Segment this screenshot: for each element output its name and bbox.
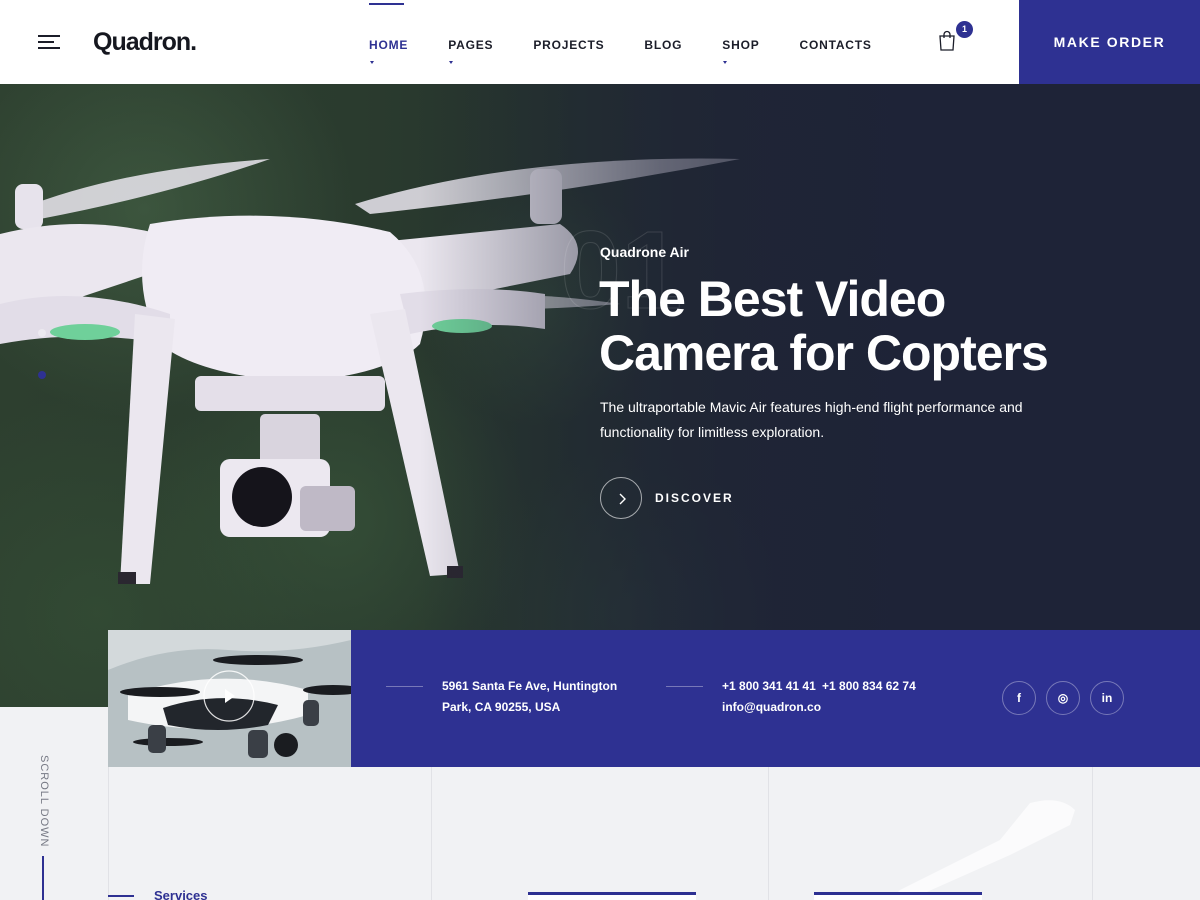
nav-label: CONTACTS bbox=[799, 38, 872, 52]
nav-item-projects[interactable]: PROJECTS bbox=[533, 0, 604, 84]
hero-description: The ultraportable Mavic Air features hig… bbox=[600, 399, 1023, 440]
chevron-down-icon bbox=[370, 61, 374, 64]
nav-label: PAGES bbox=[448, 38, 494, 52]
instagram-icon[interactable]: ◎ bbox=[1046, 681, 1080, 715]
address-line-1: 5961 Santa Fe Ave, Huntington bbox=[442, 679, 618, 693]
address-line-2: Park, CA 90255, USA bbox=[442, 700, 561, 714]
nav-item-home[interactable]: HOME bbox=[369, 0, 408, 84]
decorative-shape bbox=[890, 800, 1075, 900]
main-nav: HOME PAGES PROJECTS BLOG SHOP CONTACTS bbox=[369, 0, 912, 84]
service-card[interactable] bbox=[528, 892, 696, 900]
discover-link[interactable]: DISCOVER bbox=[655, 491, 734, 505]
hero-slider: 01 Quadrone Air The Best Video Camera fo… bbox=[0, 84, 1200, 707]
hero-kicker: Quadrone Air bbox=[600, 244, 689, 260]
linkedin-icon[interactable]: in bbox=[1090, 681, 1124, 715]
facebook-icon[interactable]: f bbox=[1002, 681, 1036, 715]
chevron-right-icon bbox=[619, 493, 626, 505]
services-heading: Services bbox=[154, 888, 208, 900]
chevron-down-icon bbox=[723, 61, 728, 64]
section-dash bbox=[108, 895, 134, 897]
column-divider bbox=[108, 767, 109, 900]
nav-item-blog[interactable]: BLOG bbox=[644, 0, 682, 84]
shopping-bag-icon[interactable] bbox=[937, 30, 957, 52]
chevron-down-icon bbox=[449, 61, 454, 64]
discover-button[interactable] bbox=[600, 477, 642, 519]
menu-icon[interactable] bbox=[38, 35, 60, 49]
video-thumbnail[interactable] bbox=[108, 630, 351, 767]
slide-dot-1[interactable] bbox=[38, 329, 46, 337]
make-order-button[interactable]: MAKE ORDER bbox=[1019, 0, 1200, 84]
site-header: Quadron. HOME PAGES PROJECTS BLOG SHOP C… bbox=[0, 0, 1200, 84]
nav-label: BLOG bbox=[644, 38, 683, 52]
scroll-indicator-line bbox=[42, 856, 44, 900]
hero-title: The Best Video Camera for Copters bbox=[599, 271, 1049, 381]
nav-item-contacts[interactable]: CONTACTS bbox=[800, 0, 872, 84]
nav-item-shop[interactable]: SHOP bbox=[722, 0, 759, 84]
column-divider bbox=[768, 767, 769, 900]
phone-1[interactable]: +1 800 341 41 41 bbox=[722, 676, 816, 697]
nav-label: HOME bbox=[369, 38, 409, 52]
nav-label: SHOP bbox=[722, 38, 760, 52]
nav-label: PROJECTS bbox=[533, 38, 605, 52]
service-card[interactable] bbox=[814, 892, 982, 900]
column-divider bbox=[1092, 767, 1093, 900]
scroll-down-label[interactable]: SCROLL DOWN bbox=[36, 755, 50, 848]
contact-info-bar: 5961 Santa Fe Ave, Huntington Park, CA 9… bbox=[351, 630, 1200, 767]
divider-line bbox=[666, 686, 703, 687]
cart-count-badge: 1 bbox=[956, 21, 973, 38]
column-divider bbox=[431, 767, 432, 900]
phone-2[interactable]: +1 800 834 62 74 bbox=[822, 676, 916, 697]
nav-item-pages[interactable]: PAGES bbox=[448, 0, 493, 84]
slide-dot-2-active[interactable] bbox=[38, 371, 46, 379]
site-logo[interactable]: Quadron. bbox=[93, 28, 197, 57]
email-link[interactable]: info@quadron.co bbox=[722, 697, 821, 718]
divider-line bbox=[386, 686, 423, 687]
drone-video-image bbox=[108, 630, 351, 767]
